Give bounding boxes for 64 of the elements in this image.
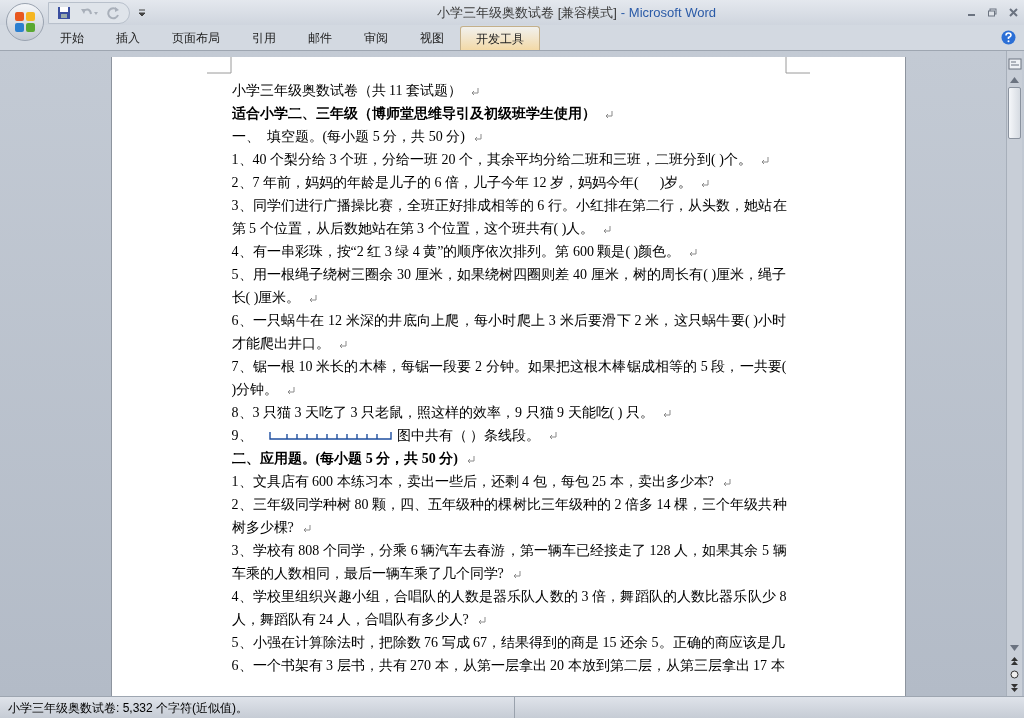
paragraph: 1、40 个梨分给 3 个班，分给一班 20 个，其余平均分给二班和三班，二班分到( )个。	[231, 148, 787, 171]
ribbon-tab[interactable]: 开发工具	[460, 26, 540, 50]
office-button[interactable]	[6, 3, 44, 41]
paragraph: 2、三年级同学种树 80 颗，四、五年级种的棵树比三年级种的 2 倍多 14 棵，三个年级共种树多少棵?	[231, 496, 787, 537]
ribbon-tab[interactable]: 邮件	[292, 26, 348, 50]
paragraph: 2、7 年前，妈妈的年龄是儿子的 6 倍，儿子今年 12 岁，妈妈今年( )岁。	[231, 171, 787, 194]
restore-icon[interactable]	[988, 8, 997, 17]
paragraph: 7、锯一根 10 米长的木棒，每锯一段要 2 分钟。如果把这根木棒锯成相等的 5 段，一共要( )分钟。	[231, 358, 787, 399]
ribbon-tab[interactable]: 引用	[236, 26, 292, 50]
paragraph-mark-icon	[603, 110, 613, 119]
ruler-toggle-icon[interactable]	[1007, 57, 1022, 71]
paragraph: 一、 填空题。(每小题 5 分，共 50 分)	[231, 125, 787, 148]
customize-toolbar-icon[interactable]	[138, 8, 146, 17]
paragraph-mark-icon	[511, 570, 521, 579]
margin-corner-icon	[206, 57, 232, 74]
paragraph-mark-icon	[308, 294, 318, 303]
paragraph: 8、3 只猫 3 天吃了 3 只老鼠，照这样的效率，9 只猫 9 天能吃( ) 只。	[231, 401, 787, 424]
status-text: 小学三年级奥数试卷: 5,332 个字符(近似值)。	[8, 699, 249, 717]
ribbon-tab[interactable]: 审阅	[348, 26, 404, 50]
scroll-down-icon[interactable]	[1010, 645, 1019, 651]
paragraph: 3、同学们进行广播操比赛，全班正好排成相等的 6 行。小红排在第二行，从头数，她站在第 5 个位置，从后数她站在第 3 个位置，这个班共有( )人。	[231, 197, 787, 238]
browse-object-icon[interactable]	[1010, 670, 1019, 679]
paragraph: 6、一个书架有 3 层书，共有 270 本，从第一层拿出 20 本放到第二层，从第三层拿出 17 本	[231, 657, 785, 675]
paragraph: 适合小学二、三年级（博师堂思维导引及初级班学生使用）	[231, 102, 787, 125]
margin-corner-icon	[784, 57, 810, 74]
document-title: 小学三年级奥数试卷 [兼容模式]	[437, 3, 617, 22]
paragraph-mark-icon	[470, 87, 479, 96]
paragraph-mark-icon	[548, 431, 557, 440]
paragraph-mark-icon	[688, 248, 698, 257]
paragraph-mark-icon	[301, 524, 311, 533]
close-icon[interactable]	[1009, 8, 1018, 17]
office-logo-icon	[14, 11, 36, 33]
ribbon-tab[interactable]: 插入	[100, 26, 156, 50]
paragraph: 5、小强在计算除法时，把除数 76 写成 67，结果得到的商是 15 还余 5。正确的商应该是几	[231, 634, 785, 652]
paragraph-mark-icon	[700, 179, 710, 188]
paragraph: 5、用一根绳子绕树三圈余 30 厘米，如果绕树四圈则差 40 厘米，树的周长有( )厘米，绳子长( )厘米。	[231, 266, 787, 307]
paragraph-mark-icon	[286, 386, 296, 395]
paragraph: 4、学校里组织兴趣小组，合唱队的人数是器乐队人数的 3 倍，舞蹈队的人数比器乐队少 8 人，舞蹈队有 24 人，合唱队有多少人?	[231, 588, 787, 629]
paragraph: 6、一只蜗牛在 12 米深的井底向上爬，每小时爬上 3 米后要滑下 2 米，这只蜗牛要( )小时才能爬出井口。	[231, 312, 787, 353]
scroll-thumb[interactable]	[1008, 87, 1021, 139]
ribbon-tab[interactable]: 视图	[404, 26, 460, 50]
paragraph-mark-icon	[472, 133, 482, 142]
paragraph-mark-icon	[721, 478, 731, 487]
ribbon-tab[interactable]: 开始	[44, 26, 100, 50]
scroll-up-icon[interactable]	[1010, 77, 1019, 83]
ribbon-tab[interactable]: 页面布局	[156, 26, 236, 50]
paragraph: 二、应用题。(每小题 5 分，共 50 分)	[231, 447, 787, 470]
paragraph: 3、学校有 808 个同学，分乘 6 辆汽车去春游，第一辆车已经接走了 128 人，如果其余 5 辆车乘的人数相同，最后一辆车乘了几个同学?	[231, 542, 787, 583]
paragraph-mark-icon	[661, 409, 671, 418]
question-text: 图中共有（ ）条线段。	[396, 427, 540, 445]
paragraph: 小学三年级奥数试卷（共 11 套试题）	[231, 79, 787, 102]
paragraph-mark-icon	[759, 156, 769, 165]
next-page-icon[interactable]	[1010, 683, 1019, 692]
previous-page-icon[interactable]	[1010, 657, 1019, 666]
paragraph-mark-icon	[602, 225, 612, 234]
paragraph-mark-icon	[337, 340, 347, 349]
help-icon[interactable]	[1001, 30, 1016, 45]
paragraph-mark-icon	[476, 616, 486, 625]
app-title: - Microsoft Word	[620, 3, 716, 22]
question-number: 9、	[231, 427, 253, 445]
paragraph: 1、文具店有 600 本练习本，卖出一些后，还剩 4 包，每包 25 本，卖出多少本?	[231, 470, 787, 493]
paragraph: 4、有一串彩珠，按“2 红 3 绿 4 黄”的顺序依次排列。第 600 颗是( )颜色。	[231, 240, 787, 263]
save-icon[interactable]	[57, 5, 71, 20]
paragraph-mark-icon	[465, 455, 475, 464]
